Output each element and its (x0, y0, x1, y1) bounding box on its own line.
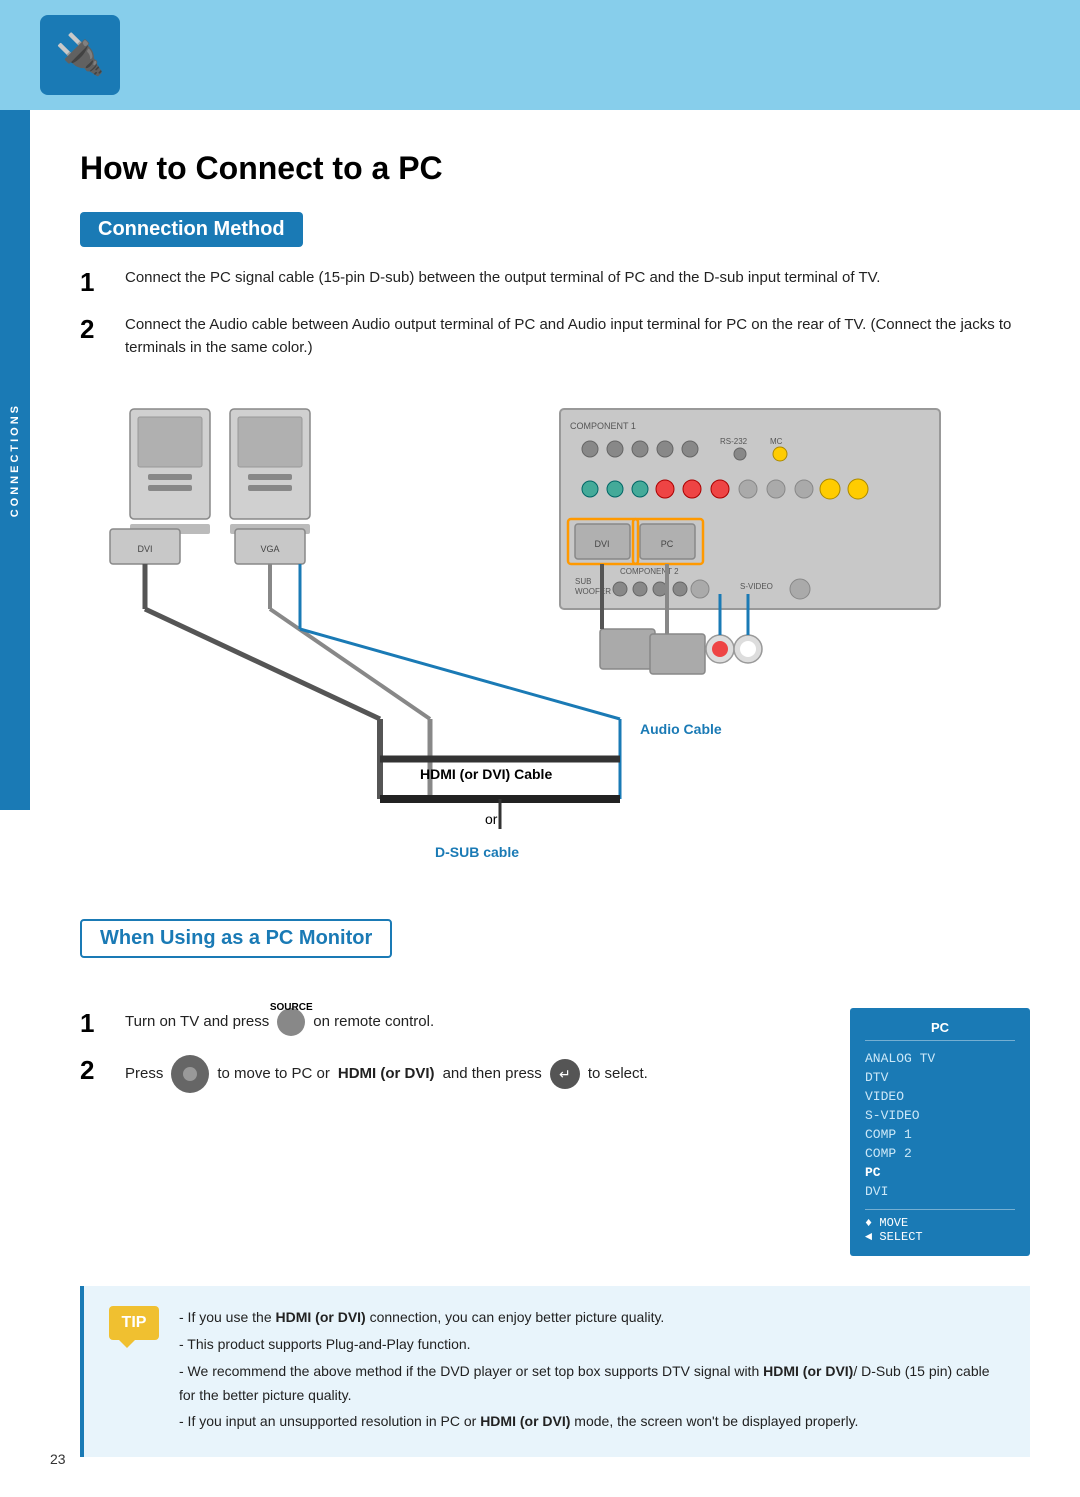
step1-prefix: Turn on TV and press (125, 1010, 269, 1034)
pc-step-2-text: Press to move to PC or HDMI (or DVI) and… (125, 1055, 820, 1093)
step-2-text: Connect the Audio cable between Audio ou… (125, 314, 1030, 359)
source-button[interactable]: SOURCE (277, 1008, 305, 1036)
pc-menu-footer: ♦ MOVE ◄ SELECT (865, 1209, 1015, 1244)
pc-step-2: 2 Press to move to PC or HDMI (or DVI) a… (80, 1055, 820, 1093)
menu-item: COMP 1 (865, 1125, 1015, 1144)
svg-text:RS-232: RS-232 (720, 437, 748, 446)
top-banner: 🔌 (0, 0, 1080, 110)
menu-item: ANALOG TV (865, 1049, 1015, 1068)
menu-item[interactable]: PC (865, 1163, 1015, 1182)
tip-line: - If you input an unsupported resolution… (179, 1410, 1005, 1434)
svg-text:VGA: VGA (260, 544, 279, 554)
pc-monitor-header: When Using as a PC Monitor (80, 919, 392, 958)
pc-step-1-text: Turn on TV and press SOURCE on remote co… (125, 1008, 820, 1036)
pc-menu: PC ANALOG TVDTVVIDEOS-VIDEOCOMP 1COMP 2P… (850, 1008, 1030, 1256)
svg-text:COMPONENT 2: COMPONENT 2 (620, 567, 679, 576)
svg-text:PC: PC (661, 539, 674, 549)
menu-items-list: ANALOG TVDTVVIDEOS-VIDEOCOMP 1COMP 2PCDV… (865, 1049, 1015, 1201)
step2-end: to select. (588, 1062, 648, 1086)
svg-text:WOOFER: WOOFER (575, 587, 611, 596)
pc-monitor-content: 1 Turn on TV and press SOURCE on remote … (80, 1008, 1030, 1256)
tip-box: TIP - If you use the HDMI (or DVI) conne… (80, 1286, 1030, 1457)
step-1: 1 Connect the PC signal cable (15-pin D-… (80, 267, 1030, 298)
step-1-text: Connect the PC signal cable (15-pin D-su… (125, 267, 1030, 290)
pc-menu-panel: PC ANALOG TVDTVVIDEOS-VIDEOCOMP 1COMP 2P… (850, 1008, 1030, 1256)
menu-item: DTV (865, 1068, 1015, 1087)
menu-item: DVI (865, 1182, 1015, 1201)
tip-badge: TIP (109, 1306, 159, 1340)
move-label: ♦ MOVE (865, 1216, 1015, 1230)
nav-button[interactable] (171, 1055, 209, 1093)
svg-text:COMPONENT 1: COMPONENT 1 (570, 421, 636, 431)
svg-text:DVI: DVI (137, 544, 152, 554)
pc-step-1: 1 Turn on TV and press SOURCE on remote … (80, 1008, 820, 1039)
diagram-svg: DVI VGA COMPONENT 1 (80, 379, 980, 879)
svg-text:S-VIDEO: S-VIDEO (740, 582, 773, 591)
page-title: How to Connect to a PC (80, 150, 1030, 187)
connections-sidebar: CONNECTIONS (0, 110, 30, 810)
step-2: 2 Connect the Audio cable between Audio … (80, 314, 1030, 359)
hdmi-cable-label: HDMI (or DVI) Cable (420, 766, 552, 782)
pc-monitor-steps: 1 Turn on TV and press SOURCE on remote … (80, 1008, 820, 1109)
pc-menu-title: PC (865, 1020, 1015, 1041)
connection-diagram: DVI VGA COMPONENT 1 (80, 379, 980, 899)
or-text: or (485, 811, 498, 827)
connection-method-section: Connection Method 1 Connect the PC signa… (80, 212, 1030, 359)
step-1-number: 1 (80, 267, 125, 298)
svg-text:MC: MC (770, 437, 783, 446)
select-label: ◄ SELECT (865, 1230, 1015, 1244)
step2-suffix: and then press (443, 1062, 542, 1086)
svg-text:SUB: SUB (575, 577, 591, 586)
connection-method-header: Connection Method (80, 212, 303, 247)
menu-item: S-VIDEO (865, 1106, 1015, 1125)
connection-icon: 🔌 (55, 35, 105, 75)
pc-monitor-section: When Using as a PC Monitor 1 Turn on TV … (80, 919, 1030, 1256)
tip-line: - If you use the HDMI (or DVI) connectio… (179, 1306, 1005, 1330)
tip-line: - We recommend the above method if the D… (179, 1360, 1005, 1408)
svg-text:DVI: DVI (594, 539, 609, 549)
logo-box: 🔌 (40, 15, 120, 95)
step-1-inline: Turn on TV and press SOURCE on remote co… (125, 1008, 434, 1036)
page-number: 23 (50, 1451, 66, 1467)
menu-item: VIDEO (865, 1087, 1015, 1106)
step2-prefix: Press (125, 1062, 163, 1086)
step-2-number: 2 (80, 314, 125, 345)
tip-content: - If you use the HDMI (or DVI) connectio… (179, 1306, 1005, 1437)
sidebar-label: CONNECTIONS (9, 403, 21, 517)
menu-item: COMP 2 (865, 1144, 1015, 1163)
step2-bold: HDMI (or DVI) (338, 1062, 435, 1086)
pc-step-2-number: 2 (80, 1055, 125, 1086)
step1-suffix: on remote control. (313, 1010, 434, 1034)
source-label: SOURCE (270, 994, 313, 1022)
tip-line: - This product supports Plug-and-Play fu… (179, 1333, 1005, 1357)
pc-step-1-number: 1 (80, 1008, 125, 1039)
enter-button[interactable] (550, 1059, 580, 1089)
main-content: How to Connect to a PC Connection Method… (30, 110, 1080, 1497)
audio-cable-label: Audio Cable (640, 721, 722, 737)
dsub-label: D-SUB cable (435, 844, 519, 860)
step-2-inline: Press to move to PC or HDMI (or DVI) and… (125, 1055, 648, 1093)
step2-middle: to move to PC or (217, 1062, 330, 1086)
